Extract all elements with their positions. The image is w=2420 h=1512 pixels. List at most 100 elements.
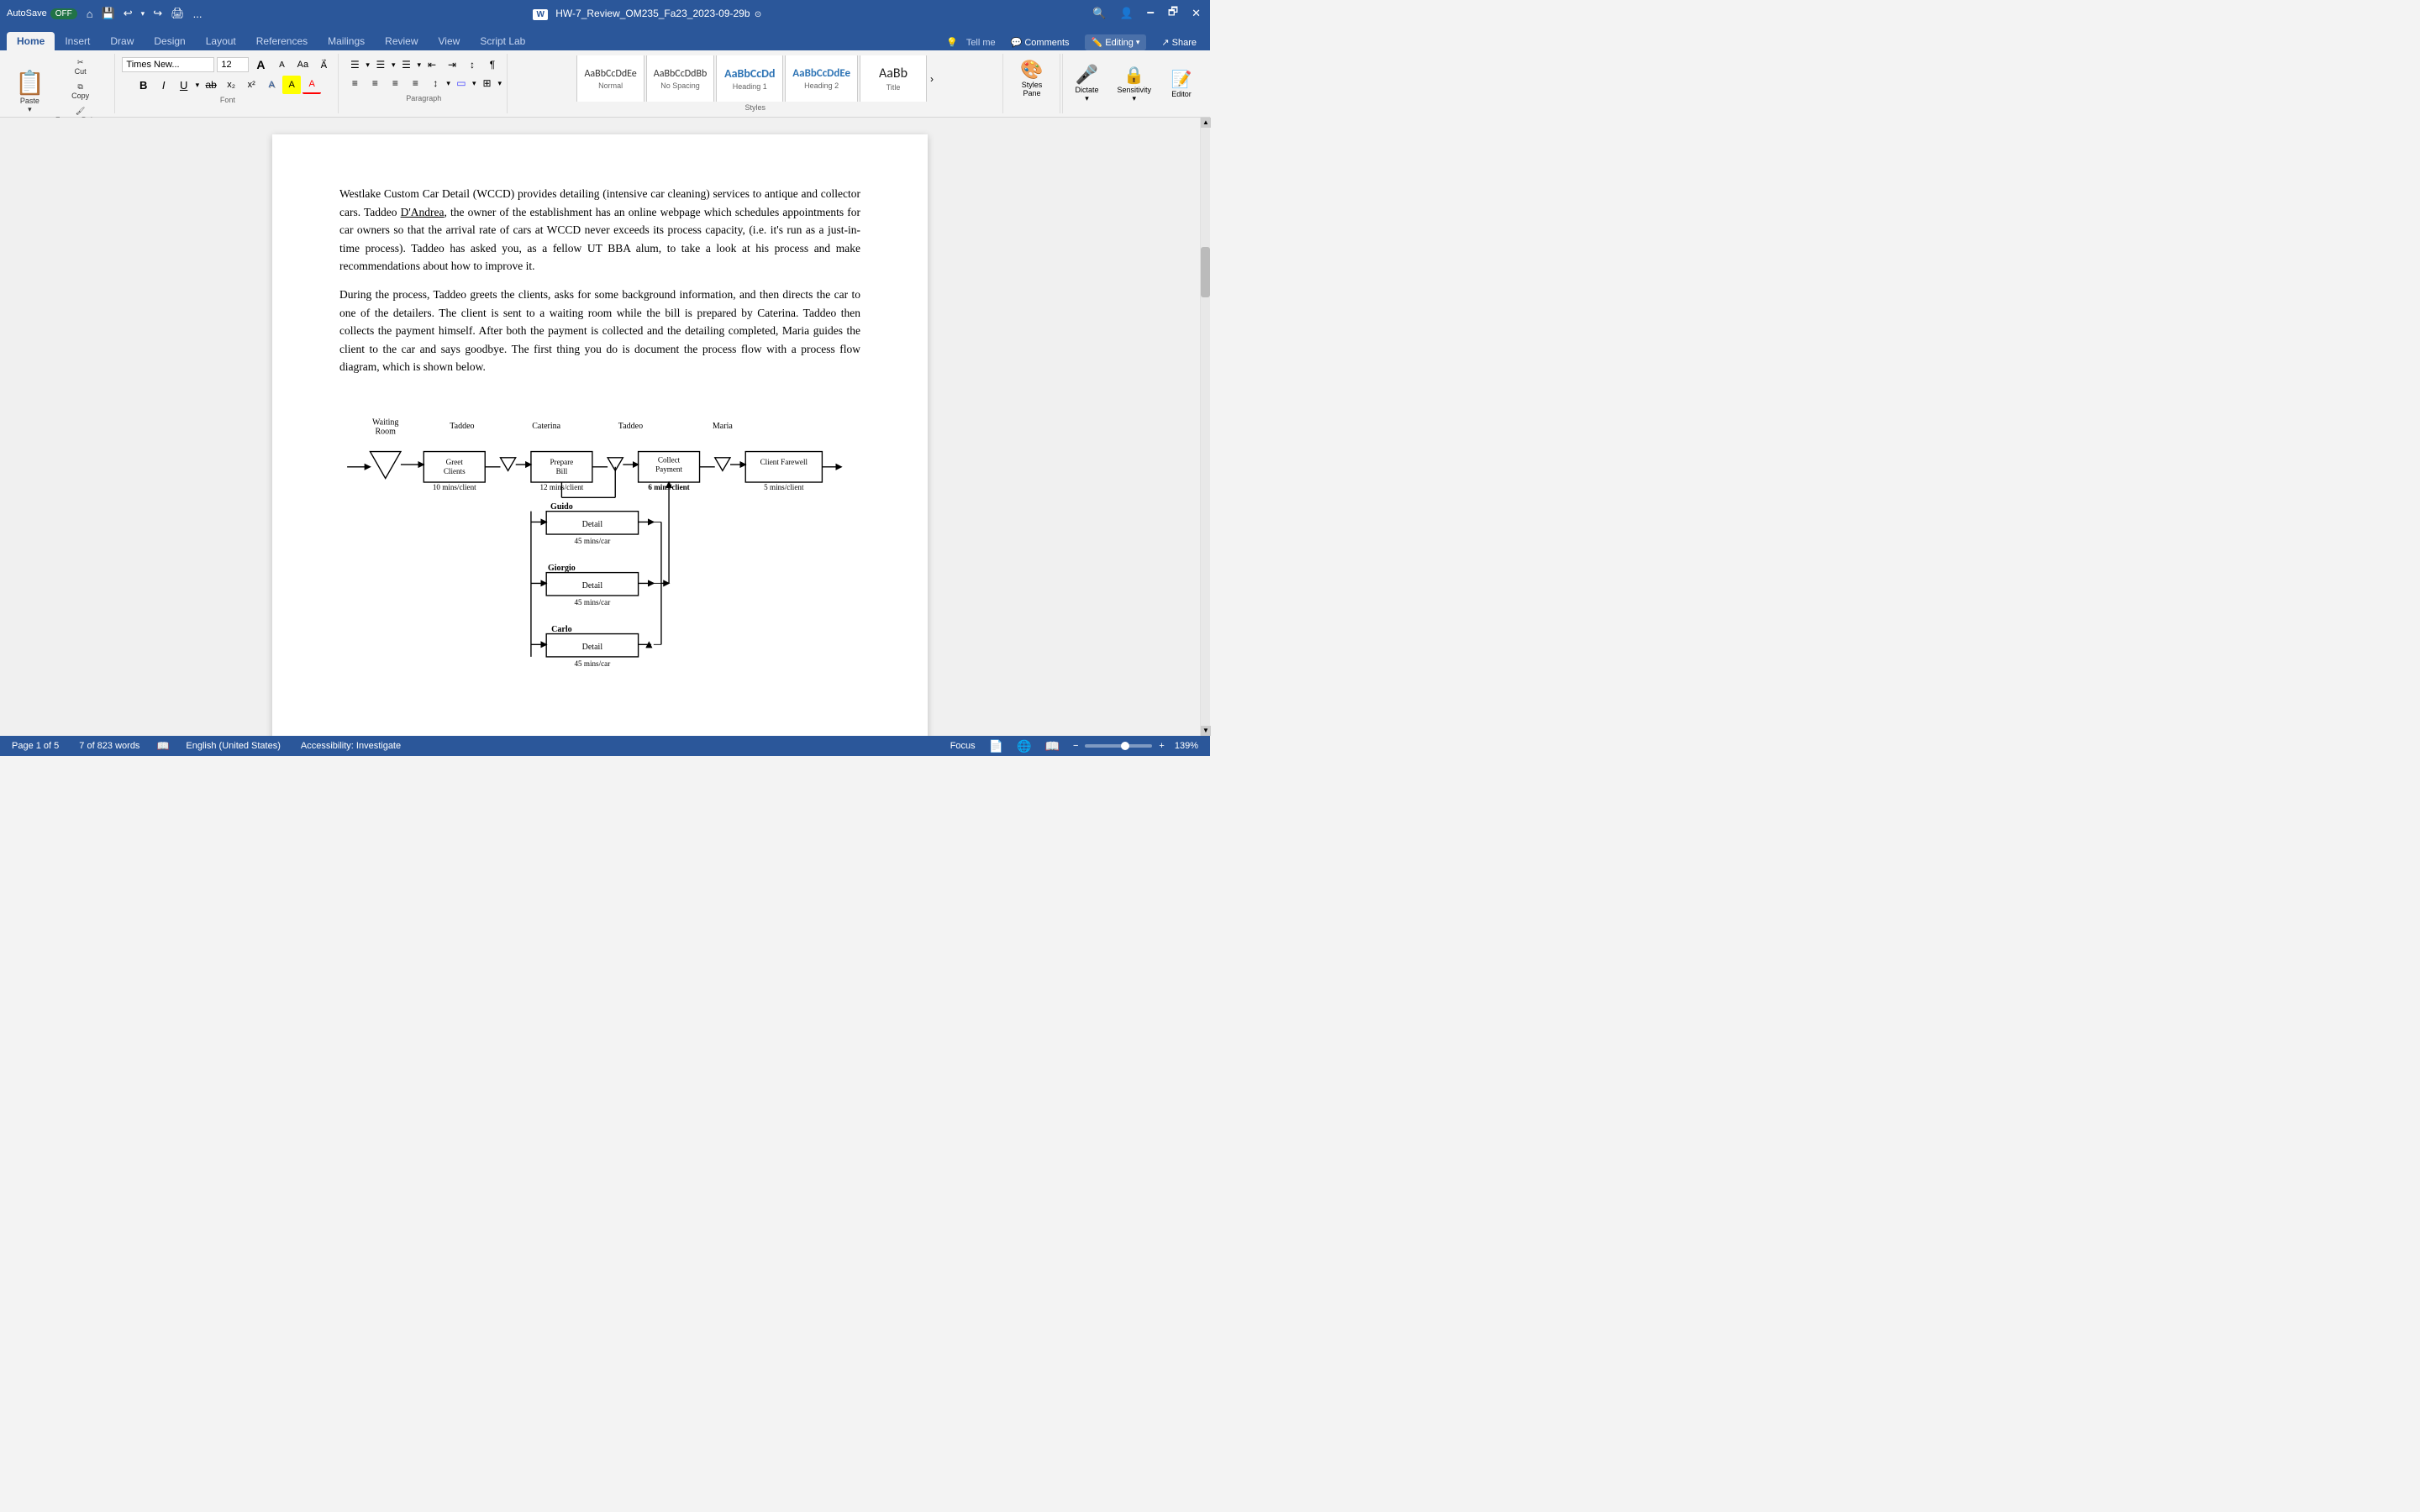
copy-button[interactable]: ⧉ Copy (51, 80, 110, 102)
sensitivity-button[interactable]: 🔒 Sensitivity ▾ (1110, 61, 1158, 107)
document-page[interactable]: Westlake Custom Car Detail (WCCD) provid… (272, 134, 928, 736)
undo-dropdown-icon[interactable]: ▾ (139, 9, 148, 18)
editing-button[interactable]: ✏️ Editing ▾ (1085, 34, 1147, 50)
language[interactable]: English (United States) (182, 741, 284, 751)
subscript-button[interactable]: x₂ (222, 76, 240, 94)
line-spacing-dropdown[interactable]: ▾ (446, 79, 450, 88)
undo-icon[interactable]: ↩ (121, 7, 135, 20)
save-icon[interactable]: 💾 (99, 7, 118, 20)
tab-design[interactable]: Design (144, 32, 195, 50)
underline-dropdown[interactable]: ▾ (196, 81, 200, 90)
word-count[interactable]: 7 of 823 words (76, 741, 143, 751)
close-icon[interactable]: ✕ (1189, 7, 1203, 20)
view-print-icon[interactable]: 📄 (986, 739, 1007, 753)
underline-button[interactable]: U (175, 76, 193, 94)
shading-button[interactable]: ▭ (452, 74, 471, 92)
share-button[interactable]: ↗ Share (1155, 34, 1203, 50)
vertical-scrollbar[interactable]: ▲ ▼ (1200, 118, 1210, 736)
cut-button[interactable]: ✂ Cut (51, 55, 110, 78)
accessibility[interactable]: Accessibility: Investigate (297, 741, 404, 751)
customize-icon[interactable]: ... (191, 8, 205, 20)
tab-scriptlab[interactable]: Script Lab (470, 32, 535, 50)
align-right-button[interactable]: ≡ (386, 74, 404, 92)
zoom-slider[interactable] (1085, 744, 1152, 748)
style-no-spacing[interactable]: AaBbCcDdBb No Spacing (646, 55, 715, 102)
tab-layout[interactable]: Layout (196, 32, 246, 50)
view-web-icon[interactable]: 🌐 (1013, 739, 1034, 753)
grow-font-button[interactable]: A (251, 55, 270, 74)
borders-dropdown[interactable]: ▾ (497, 79, 502, 88)
paste-button[interactable]: 📋 Paste ▾ (10, 66, 50, 118)
page-info[interactable]: Page 1 of 5 (8, 741, 62, 751)
minimize-icon[interactable]: 🗕 (1144, 4, 1157, 23)
font-name-input[interactable] (122, 57, 214, 72)
justify-button[interactable]: ≡ (406, 74, 424, 92)
search-icon[interactable]: 🔍 (1090, 7, 1108, 20)
bullets-button[interactable]: ☰ (345, 55, 364, 74)
tab-mailings[interactable]: Mailings (318, 32, 375, 50)
style-heading1[interactable]: AaBbCcDd Heading 1 (716, 55, 783, 102)
paste-dropdown[interactable]: ▾ (28, 105, 32, 114)
multilevel-dropdown[interactable]: ▾ (417, 60, 421, 70)
borders-button[interactable]: ⊞ (477, 74, 496, 92)
show-marks-button[interactable]: ¶ (483, 55, 502, 74)
shading-dropdown[interactable]: ▾ (472, 79, 476, 88)
home-icon[interactable]: ⌂ (84, 8, 96, 20)
zoom-level[interactable]: 139% (1171, 741, 1202, 751)
zoom-out-button[interactable]: − (1070, 741, 1081, 751)
increase-indent-button[interactable]: ⇥ (443, 55, 461, 74)
maximize-icon[interactable]: 🗗 (1165, 4, 1181, 23)
shrink-font-button[interactable]: A (272, 55, 291, 74)
clear-format-button[interactable]: A⃗ (314, 55, 333, 74)
style-normal[interactable]: AaBbCcDdEe Normal (576, 55, 644, 102)
numbering-button[interactable]: ☰ (371, 55, 390, 74)
autosave-toggle[interactable]: OFF (50, 8, 77, 19)
tab-insert[interactable]: Insert (55, 32, 100, 50)
numbering-dropdown[interactable]: ▾ (392, 60, 396, 70)
styles-pane-button[interactable]: 🎨 StylesPane (1008, 55, 1055, 101)
scroll-up-button[interactable]: ▲ (1201, 118, 1211, 128)
decrease-indent-button[interactable]: ⇤ (423, 55, 441, 74)
sensitivity-dropdown[interactable]: ▾ (1132, 94, 1136, 103)
comments-button[interactable]: 💬 Comments (1004, 34, 1076, 50)
redo-icon[interactable]: ↪ (150, 7, 165, 20)
tell-me-label[interactable]: Tell me (966, 38, 996, 48)
bold-button[interactable]: B (134, 76, 153, 94)
tab-review[interactable]: Review (375, 32, 428, 50)
style-heading2[interactable]: AaBbCcDdEe Heading 2 (785, 55, 858, 102)
dictate-button[interactable]: 🎤 Dictate ▾ (1066, 60, 1107, 107)
strikethrough-button[interactable]: ab (202, 76, 220, 94)
change-case-button[interactable]: Aa (293, 55, 312, 74)
share-profile-icon[interactable]: 👤 (1117, 7, 1135, 20)
align-center-button[interactable]: ≡ (366, 74, 384, 92)
tab-draw[interactable]: Draw (100, 32, 144, 50)
font-size-input[interactable] (217, 57, 249, 72)
italic-button[interactable]: I (155, 76, 173, 94)
line-spacing-button[interactable]: ↕ (426, 74, 445, 92)
sort-button[interactable]: ↕ (463, 55, 481, 74)
style-title[interactable]: AaBb Title (860, 55, 927, 102)
highlight-button[interactable]: A (282, 76, 301, 94)
tab-view[interactable]: View (429, 32, 471, 50)
tab-home[interactable]: Home (7, 32, 55, 50)
text-effects-button[interactable]: A (262, 76, 281, 94)
bullets-dropdown[interactable]: ▾ (366, 60, 370, 70)
superscript-button[interactable]: x² (242, 76, 260, 94)
zoom-in-button[interactable]: + (1155, 741, 1167, 751)
styles-expand-icon[interactable]: › (930, 73, 934, 85)
font-color-button[interactable]: A (302, 76, 321, 94)
tab-references[interactable]: References (246, 32, 318, 50)
scroll-thumb[interactable] (1201, 247, 1210, 297)
scroll-track[interactable] (1201, 128, 1210, 726)
multilevel-button[interactable]: ☰ (397, 55, 415, 74)
dictate-dropdown[interactable]: ▾ (1085, 94, 1089, 103)
document-area[interactable]: Westlake Custom Car Detail (WCCD) provid… (0, 118, 1200, 736)
autosave[interactable]: AutoSave OFF (7, 8, 77, 19)
editor-button[interactable]: 📝 Editor (1161, 66, 1202, 102)
print-preview-icon[interactable]: 🖨 (168, 7, 187, 20)
scroll-down-button[interactable]: ▼ (1201, 726, 1211, 736)
focus-button[interactable]: Focus (947, 741, 979, 751)
align-left-button[interactable]: ≡ (345, 74, 364, 92)
view-read-icon[interactable]: 📖 (1042, 739, 1063, 753)
help-icon[interactable]: 💡 (946, 37, 958, 48)
